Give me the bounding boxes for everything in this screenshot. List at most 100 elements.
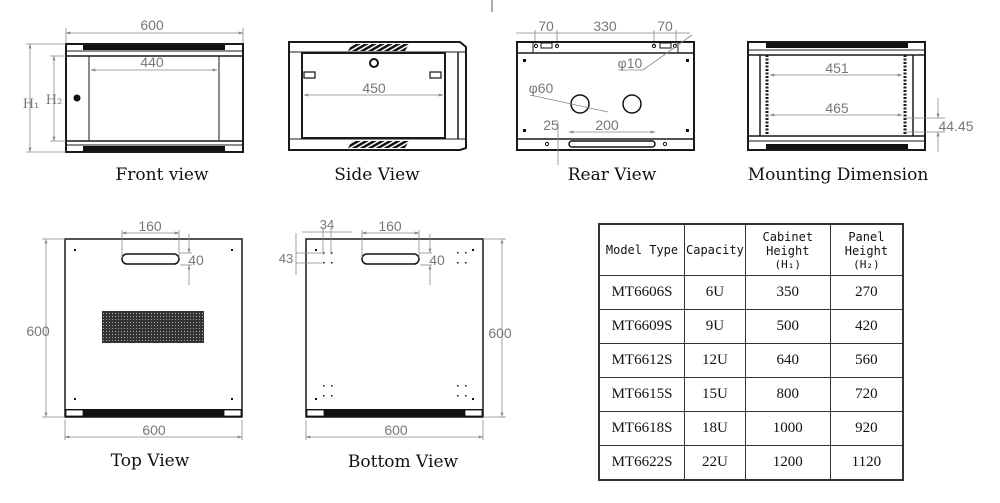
cell-capacity: 22U (684, 445, 746, 481)
bottom-hole-spacing-y-label: 43 (279, 251, 293, 266)
rear-right-label: 70 (657, 18, 673, 34)
screw-hole (533, 43, 539, 49)
top-handle-height-label: 40 (188, 252, 204, 268)
unit-height-label: 44.45 (938, 118, 973, 134)
side-lock-icon (369, 58, 379, 68)
bottom-handle-width-label: 160 (378, 218, 402, 234)
spec-table-header: Model Type Capacity Cabinet Height (H₁) … (598, 223, 904, 276)
top-view: 160 40 600 600 Top View (26, 218, 243, 471)
top-view-caption: Top View (111, 451, 190, 471)
cell-model: MT6622S (598, 445, 685, 481)
phi60-leader (529, 94, 609, 113)
cell-cabinet-height: 640 (744, 343, 831, 378)
side-view-caption: Side View (334, 165, 420, 185)
cell-cabinet-height: 1000 (744, 411, 831, 446)
rear-frame (516, 41, 695, 151)
hinge-icon (303, 71, 316, 79)
cell-panel-height: 270 (829, 275, 904, 310)
front-view-caption: Front view (116, 165, 209, 185)
side-depth-label: 450 (362, 80, 386, 96)
phi10-label: φ10 (618, 55, 643, 71)
cell-panel-height: 420 (829, 309, 904, 344)
cell-capacity: 9U (684, 309, 746, 344)
rivet (74, 398, 76, 400)
bottom-front-bar (306, 409, 483, 417)
cell-model: MT6615S (598, 377, 685, 412)
header-capacity: Capacity (684, 223, 746, 276)
table-row: MT6612S 12U 640 560 (598, 343, 904, 378)
mount-inner-label: 451 (825, 60, 849, 76)
table-row: MT6609S 9U 500 420 (598, 309, 904, 344)
side-frame (288, 41, 467, 151)
cell-panel-height: 720 (829, 377, 904, 412)
top-width-label: 600 (142, 422, 166, 438)
header-cabinet-height: Cabinet Height (H₁) (744, 223, 831, 276)
front-view: 600 440 H₁ H₂ Front view (23, 17, 244, 185)
bottom-bar-end (464, 409, 483, 417)
rear-view-caption: Rear View (568, 165, 657, 185)
hinge-icon (429, 71, 442, 79)
lock-icon (73, 94, 81, 102)
front-bottom-bar (83, 146, 225, 151)
spec-table: Model Type Capacity Cabinet Height (H₁) … (598, 223, 904, 481)
bottom-bar-end (306, 409, 325, 417)
h2-label: H₂ (46, 93, 63, 108)
table-row: MT6622S 22U 1200 1120 (598, 445, 904, 481)
phi60-label: φ60 (529, 80, 554, 96)
header-cabinet-height-sub: (H₁) (774, 257, 802, 271)
bottom-frame (305, 238, 484, 418)
header-panel-height: Panel Height (H₂) (829, 223, 904, 276)
mounting-caption: Mounting Dimension (748, 165, 929, 185)
rivet (523, 59, 526, 62)
header-cabinet-height-label: Cabinet Height (762, 229, 814, 258)
header-panel-height-label: Panel Height (844, 229, 889, 258)
top-bar-end (223, 409, 242, 417)
mount-frame (747, 41, 926, 151)
cell-cabinet-height: 1200 (744, 445, 831, 481)
top-vent-mesh (102, 311, 204, 343)
slot-length-label: 200 (595, 117, 619, 133)
rear-view: 70 330 70 φ60 φ10 200 25 Rear View (516, 18, 695, 185)
cell-model: MT6612S (598, 343, 685, 378)
bottom-depth-label: 600 (488, 325, 512, 341)
bottom-holes (315, 249, 474, 400)
table-row: MT6618S 18U 1000 920 (598, 411, 904, 446)
rivet (686, 129, 689, 132)
bottom-handle (361, 253, 420, 265)
cable-hole (622, 94, 642, 114)
header-model: Model Type (598, 223, 685, 276)
cell-cabinet-height: 800 (744, 377, 831, 412)
bottom-view: 34 43 160 40 600 600 Bottom View (279, 217, 512, 472)
cell-cabinet-height: 500 (744, 309, 831, 344)
screw-hole (662, 141, 668, 147)
bottom-view-caption: Bottom View (348, 452, 459, 472)
front-inner-width-label: 440 (140, 54, 164, 70)
cell-panel-height: 560 (829, 343, 904, 378)
top-handle (121, 253, 180, 265)
cell-cabinet-height: 350 (744, 275, 831, 310)
table-row: MT6615S 15U 800 720 (598, 377, 904, 412)
cell-capacity: 6U (684, 275, 746, 310)
cell-capacity: 18U (684, 411, 746, 446)
mount-bottom-bar (766, 144, 908, 149)
mount-top-bar (766, 43, 908, 48)
rear-bracket (659, 42, 672, 49)
rivet (74, 249, 76, 251)
top-handle-width-label: 160 (138, 218, 162, 234)
top-bar-end (65, 409, 84, 417)
bottom-handle-height-label: 40 (429, 252, 445, 268)
cell-panel-height: 1120 (829, 445, 904, 481)
side-vent-bottom (348, 141, 409, 148)
rear-slot (568, 140, 656, 148)
top-front-bar (65, 409, 242, 417)
cell-capacity: 15U (684, 377, 746, 412)
cell-model: MT6618S (598, 411, 685, 446)
cell-panel-height: 920 (829, 411, 904, 446)
cell-model: MT6606S (598, 275, 685, 310)
rivet (686, 59, 689, 62)
rivet (523, 129, 526, 132)
side-vent-top (348, 44, 409, 51)
rear-left-label: 70 (538, 18, 554, 34)
rear-bracket (540, 42, 553, 49)
table-row: MT6606S 6U 350 270 (598, 275, 904, 310)
